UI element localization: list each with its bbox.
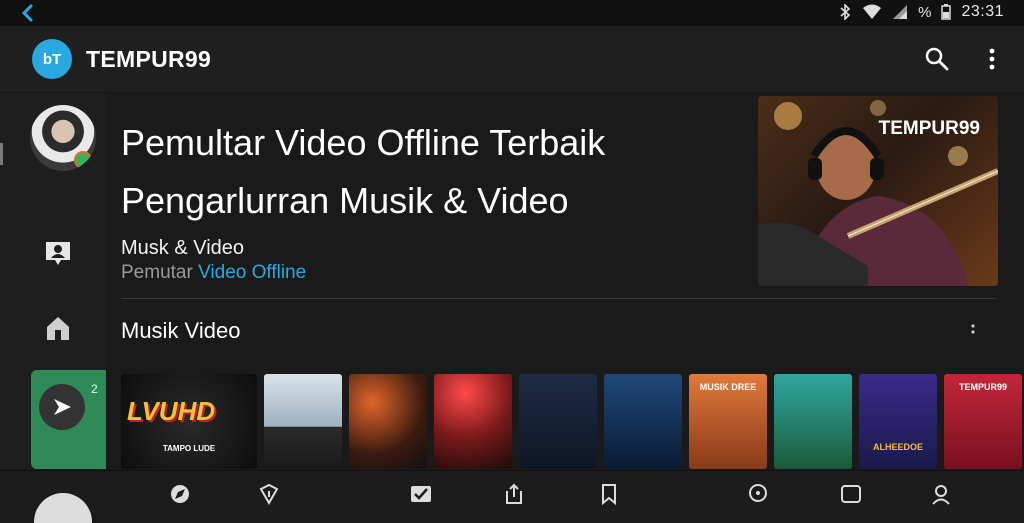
video-thumbnail[interactable] <box>434 374 512 469</box>
signal-icon <box>893 5 908 19</box>
video-thumbnail[interactable]: TEMPUR99 <box>944 374 1022 469</box>
status-icons: % 23:31 <box>838 3 1004 21</box>
video-thumbnail-strip: LVUHD TAMPO LUDE MUSIK DREE ALHEEDOE TEM… <box>121 374 1022 469</box>
status-bar: % 23:31 <box>0 0 1024 26</box>
app-bar: bT TEMPUR99 <box>0 26 1024 93</box>
video-thumbnail[interactable]: MUSIK DREE <box>689 374 767 469</box>
check-box-icon[interactable] <box>410 483 432 505</box>
video-thumbnail[interactable]: LVUHD TAMPO LUDE <box>121 374 257 469</box>
thumbnail-caption: ALHEEDOE <box>872 442 923 452</box>
battery-label: % <box>918 3 932 21</box>
profile-avatar[interactable] <box>30 105 96 171</box>
thumbnail-title: LVUHD <box>127 396 216 426</box>
section-title: Musik Video <box>121 318 241 343</box>
more-vert-icon[interactable] <box>982 46 1002 72</box>
page-headline: Pemultar Video Offline Terbaik Pengarlur… <box>121 114 741 230</box>
battery-icon <box>941 4 952 20</box>
rail-scroll-indicator <box>0 143 3 165</box>
video-thumbnail[interactable]: ALHEEDOE <box>859 374 937 469</box>
navigation-rail: 2 <box>0 93 106 469</box>
bluetooth-icon <box>840 4 851 20</box>
hero-brand-text: TEMPUR99 <box>878 118 980 139</box>
location-pin-icon[interactable] <box>747 483 769 505</box>
video-thumbnail[interactable] <box>519 374 597 469</box>
video-thumbnail[interactable] <box>774 374 852 469</box>
wifi-icon <box>863 4 882 19</box>
thumbnail-subtitle: TAMPO LUDE <box>162 444 216 453</box>
chat-person-icon[interactable] <box>43 238 73 268</box>
subtitle-category: Musk & Video <box>121 237 245 259</box>
video-thumbnail[interactable] <box>349 374 427 469</box>
explore-icon[interactable] <box>169 483 191 505</box>
play-icon <box>39 384 85 430</box>
square-icon[interactable] <box>840 483 862 505</box>
app-logo[interactable]: bT <box>32 39 72 79</box>
section-more-icon[interactable] <box>966 320 980 342</box>
subtitle-description: Pemutar Video Offline <box>121 262 306 284</box>
home-icon[interactable] <box>43 313 73 343</box>
bookmark-icon[interactable] <box>598 483 620 505</box>
share-icon[interactable] <box>503 483 525 505</box>
search-icon[interactable] <box>924 46 950 72</box>
clock: 23:31 <box>961 3 1004 20</box>
headline-line-2: Pengarlurran Musik & Video <box>121 180 569 221</box>
pen-tool-icon[interactable] <box>258 483 280 505</box>
thumbnail-caption: MUSIK DREE <box>699 382 757 392</box>
headline-line-1: Pemultar Video Offline Terbaik <box>121 122 606 163</box>
rail-badge: 2 <box>91 382 98 396</box>
app-title: TEMPUR99 <box>86 46 212 72</box>
subtitle-prefix: Pemutar <box>121 262 199 283</box>
video-thumbnail[interactable] <box>604 374 682 469</box>
bottom-avatar[interactable] <box>34 493 92 523</box>
rail-item-videos[interactable]: 2 <box>31 370 106 469</box>
bottom-navigation-bar <box>0 470 1024 523</box>
hero-image-guitarist[interactable]: TEMPUR99 <box>758 96 998 286</box>
video-thumbnail[interactable] <box>264 374 342 469</box>
back-chevron-icon[interactable] <box>18 3 38 23</box>
section-divider <box>121 298 996 299</box>
thumbnail-caption: TEMPUR99 <box>958 382 1007 392</box>
online-status-dot <box>74 151 92 169</box>
person-settings-icon[interactable] <box>930 483 952 505</box>
subtitle-highlight[interactable]: Video Offline <box>198 262 306 283</box>
